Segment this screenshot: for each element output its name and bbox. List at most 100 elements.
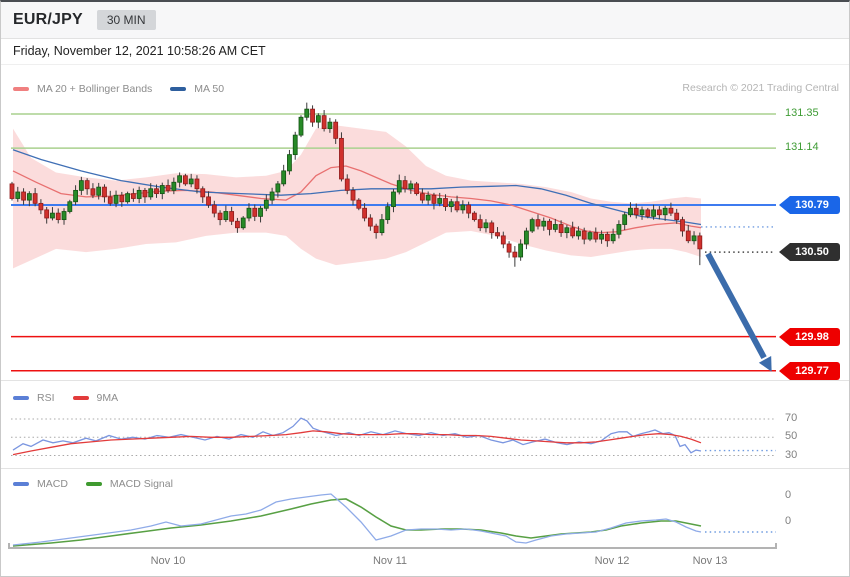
- candlestick: [333, 121, 339, 139]
- x-axis-tick-label: Nov 10: [150, 555, 186, 567]
- candlestick: [356, 199, 362, 209]
- candlestick: [431, 194, 437, 204]
- candlestick: [321, 115, 327, 130]
- candlestick: [344, 178, 350, 191]
- candlestick: [443, 198, 448, 208]
- tag-price-text: 129.98: [790, 327, 840, 346]
- candlestick: [483, 222, 489, 229]
- candlestick: [275, 183, 281, 193]
- candlestick: [125, 193, 130, 203]
- candlestick: [639, 209, 645, 216]
- candlestick: [471, 212, 477, 221]
- candlestick: [96, 186, 102, 196]
- tag-price-text: 130.50: [790, 243, 840, 262]
- tag-pointer-icon: [779, 361, 790, 380]
- chart-canvas: [1, 102, 849, 549]
- candlestick: [258, 207, 263, 217]
- candlestick: [402, 180, 408, 190]
- support-price-tag: 129.77: [779, 361, 840, 380]
- rsi-level-label: 70: [785, 412, 798, 425]
- candlestick: [298, 116, 304, 136]
- candlestick: [674, 212, 680, 221]
- candlestick: [628, 207, 633, 216]
- candlestick: [9, 183, 15, 199]
- candlestick: [148, 188, 154, 198]
- candlestick: [177, 175, 183, 183]
- candlestick: [489, 222, 495, 234]
- candlestick: [414, 183, 420, 195]
- forecast-arrow-head: [758, 356, 772, 372]
- candlestick: [90, 188, 96, 196]
- candlestick: [633, 207, 639, 216]
- macd-signal-line: [12, 498, 702, 547]
- candlestick: [697, 235, 703, 250]
- candlestick: [656, 209, 662, 216]
- candlestick: [419, 193, 425, 201]
- candlestick: [512, 251, 518, 258]
- candlestick: [67, 201, 73, 212]
- rsi-ma-line: [12, 430, 702, 456]
- candlestick: [668, 207, 674, 214]
- tag-pointer-icon: [779, 243, 790, 262]
- candlestick: [84, 180, 90, 190]
- rsi-line: [12, 417, 702, 454]
- candlestick: [113, 194, 119, 204]
- candlestick: [477, 219, 483, 229]
- candlestick: [61, 211, 67, 221]
- candlestick: [558, 224, 564, 234]
- tag-price-text: 130.79: [790, 196, 840, 214]
- candlestick: [142, 189, 148, 198]
- rsi-level-label: 50: [785, 430, 798, 443]
- resistance-price-label: 131.35: [785, 107, 819, 119]
- candlestick: [599, 233, 604, 240]
- candlestick: [616, 224, 622, 235]
- candlestick: [154, 188, 159, 195]
- candlestick: [425, 194, 431, 201]
- macd-zero-label: 0: [785, 515, 792, 527]
- candlestick: [391, 191, 396, 208]
- candlestick: [576, 230, 581, 237]
- candlestick: [680, 219, 685, 232]
- macd-line: [12, 493, 702, 546]
- candlestick: [535, 219, 541, 227]
- candlestick: [206, 196, 211, 206]
- candlestick: [102, 186, 107, 198]
- candlestick: [281, 170, 287, 185]
- candlestick: [367, 217, 373, 227]
- candlestick: [518, 243, 524, 258]
- candlestick: [223, 211, 229, 221]
- candlestick: [252, 207, 258, 217]
- candlestick: [379, 219, 385, 234]
- candlestick: [15, 191, 21, 199]
- candlestick: [495, 232, 500, 237]
- candlestick: [269, 191, 275, 201]
- candlestick: [240, 217, 246, 229]
- candlestick: [119, 194, 125, 203]
- candlestick: [292, 134, 298, 156]
- x-axis-tick-label: Nov 13: [692, 555, 728, 567]
- candlestick: [587, 232, 593, 240]
- candlestick: [373, 225, 379, 234]
- candlestick: [610, 233, 616, 242]
- candlestick: [229, 211, 235, 222]
- x-axis-tick-label: Nov 11: [372, 555, 408, 567]
- candlestick: [165, 185, 171, 191]
- candlestick: [315, 115, 321, 123]
- macd-zero-label: 0: [785, 489, 792, 501]
- x-axis-line: [8, 543, 777, 549]
- candlestick: [171, 181, 177, 191]
- candlestick: [581, 230, 587, 240]
- x-axis-tick-label: Nov 12: [594, 555, 630, 567]
- tag-pointer-icon: [779, 196, 790, 214]
- candlestick: [217, 212, 223, 221]
- candlestick: [73, 189, 78, 203]
- candlestick: [304, 108, 310, 118]
- candlestick: [408, 183, 414, 190]
- candlestick: [645, 209, 651, 217]
- candlestick: [396, 180, 402, 193]
- candlestick: [685, 230, 691, 242]
- pivot-price-tag: 130.79: [779, 196, 840, 214]
- resistance-price-label: 131.14: [785, 141, 819, 154]
- chart-window: EUR/JPY 30 MIN Friday, November 12, 2021…: [0, 0, 850, 577]
- candlestick: [310, 108, 315, 123]
